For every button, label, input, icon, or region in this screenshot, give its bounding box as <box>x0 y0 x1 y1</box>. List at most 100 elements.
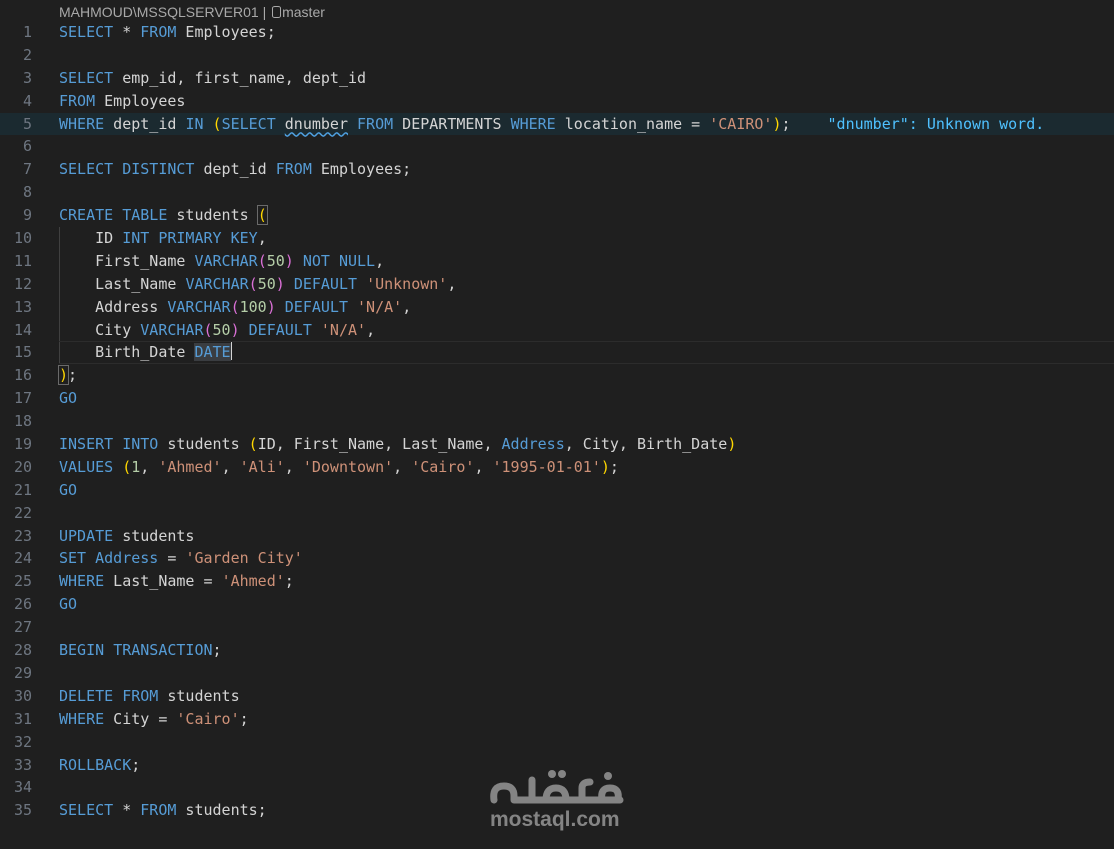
line-code[interactable]: ROLLBACK; <box>59 754 140 777</box>
line-code[interactable]: VALUES (1, 'Ahmed', 'Ali', 'Downtown', '… <box>59 456 619 479</box>
sql-keyword: ROLLBACK <box>59 755 132 774</box>
line-code[interactable]: SELECT emp_id, first_name, dept_id <box>59 67 366 90</box>
sql-punctuation: , <box>366 320 376 339</box>
code-line[interactable]: 31 WHERE City = 'Cairo'; <box>0 708 1114 731</box>
line-number: 1 <box>22 23 32 41</box>
line-number: 15 <box>13 343 32 362</box>
code-line[interactable]: 19 INSERT INTO students (ID, First_Name, … <box>0 433 1114 456</box>
line-code[interactable]: DELETE FROM students <box>59 685 240 708</box>
code-line[interactable]: 9 CREATE TABLE students ( <box>0 204 1114 227</box>
code-line[interactable]: 21 GO <box>0 479 1114 502</box>
code-line[interactable]: 23 UPDATE students <box>0 525 1114 548</box>
code-line[interactable]: 7 SELECT DISTINCT dept_id FROM Employees; <box>0 158 1114 181</box>
code-lines[interactable]: 1 SELECT * FROM Employees; 2 3 SELECT emp_id… <box>0 21 1114 822</box>
sql-punctuation <box>294 252 303 270</box>
code-line[interactable]: 3 SELECT emp_id, first_name, dept_id <box>0 67 1114 90</box>
sql-keyword: DISTINCT <box>122 160 195 179</box>
line-code[interactable]: GO <box>59 479 77 502</box>
line-code[interactable]: Address VARCHAR(100) DEFAULT 'N/A', <box>59 296 411 319</box>
code-line[interactable]: 13 Address VARCHAR(100) DEFAULT 'N/A', <box>0 295 1114 319</box>
line-number: 29 <box>13 663 32 682</box>
code-line[interactable]: 27 <box>0 616 1114 639</box>
sql-punctuation <box>276 298 285 316</box>
sql-punctuation: ; <box>68 366 78 385</box>
line-code[interactable]: WHERE dept_id IN (SELECT dnumber FROM DE… <box>59 113 1044 136</box>
code-line[interactable]: 22 <box>0 502 1114 525</box>
code-line[interactable]: 12 Last_Name VARCHAR(50) DEFAULT 'Unknow… <box>0 272 1114 296</box>
code-line[interactable]: 10 ID INT PRIMARY KEY, <box>0 227 1114 250</box>
code-editor[interactable]: MAHMOUD\MSSQLSERVER01 | master 1 SELECT *… <box>0 0 1114 849</box>
sql-keyword: SELECT <box>59 23 114 41</box>
line-code[interactable]: WHERE City = 'Cairo'; <box>59 708 249 731</box>
sql-punctuation <box>222 229 231 247</box>
code-line[interactable]: 15 Birth_Date DATE <box>0 341 1114 365</box>
sql-punctuation <box>59 298 95 316</box>
line-code[interactable]: GO <box>59 593 77 616</box>
line-code[interactable]: First_Name VARCHAR(50) NOT NULL, <box>59 250 384 273</box>
code-line[interactable]: 29 <box>0 662 1114 685</box>
line-number: 28 <box>13 641 32 660</box>
bracket: ) <box>727 435 737 454</box>
sql-string: 'Unknown' <box>366 274 448 293</box>
line-code[interactable]: ); <box>57 364 78 387</box>
code-line[interactable]: 25 WHERE Last_Name = 'Ahmed'; <box>0 570 1114 593</box>
text-cursor <box>230 342 232 361</box>
sql-keyword: TRANSACTION <box>113 641 213 660</box>
code-line[interactable]: 26 GO <box>0 593 1114 616</box>
line-code[interactable]: CREATE TABLE students ( <box>59 204 268 227</box>
line-code[interactable]: SELECT * FROM Employees; <box>59 21 276 44</box>
bracket: ( <box>230 297 240 316</box>
line-number: 30 <box>13 686 32 705</box>
database-icon <box>272 6 282 18</box>
line-code[interactable]: City VARCHAR(50) DEFAULT 'N/A', <box>59 319 375 342</box>
sql-identifier: dept_id <box>194 160 276 179</box>
line-code[interactable]: INSERT INTO students (ID, First_Name, La… <box>59 433 736 456</box>
mostaql-watermark: mostaql.com <box>486 760 628 838</box>
code-line[interactable]: 11 First_Name VARCHAR(50) NOT NULL, <box>0 249 1114 273</box>
code-line[interactable]: 30 DELETE FROM students <box>0 685 1114 708</box>
sql-punctuation <box>240 321 249 339</box>
line-code[interactable]: Birth_Date DATE <box>59 341 232 364</box>
server-name: MAHMOUD\MSSQLSERVER01 <box>59 4 259 20</box>
code-line[interactable]: 32 <box>0 731 1114 754</box>
sql-punctuation: , <box>474 457 493 476</box>
sql-punctuation: ; <box>781 114 791 133</box>
sql-keyword: SELECT <box>59 160 114 179</box>
line-code[interactable]: Last_Name VARCHAR(50) DEFAULT 'Unknown', <box>59 273 456 296</box>
sql-number: 50 <box>266 251 285 270</box>
code-line[interactable]: 2 <box>0 44 1114 67</box>
line-code[interactable]: FROM Employees <box>59 90 185 113</box>
sql-identifier: Employees <box>95 91 186 110</box>
bracket: ( <box>212 114 222 133</box>
code-line[interactable]: 16); <box>0 364 1114 387</box>
code-line[interactable]: 6 <box>0 135 1114 158</box>
code-line[interactable]: 8 <box>0 181 1114 204</box>
code-line[interactable]: 18 <box>0 410 1114 433</box>
sql-punctuation: , <box>257 229 267 248</box>
unknown-word-warning: dnumber <box>284 114 348 133</box>
sql-identifier: location_name = <box>555 114 710 133</box>
code-line[interactable]: 17 GO <box>0 387 1114 410</box>
line-code[interactable]: UPDATE students <box>59 525 194 548</box>
line-code[interactable]: ID INT PRIMARY KEY, <box>59 227 267 250</box>
code-line[interactable]: 5 WHERE dept_id IN (SELECT dnumber FROM D… <box>0 112 1114 136</box>
sql-keyword: CREATE <box>59 206 114 225</box>
line-number: 32 <box>13 732 32 751</box>
code-line[interactable]: 14 City VARCHAR(50) DEFAULT 'N/A', <box>0 318 1114 342</box>
line-code[interactable]: SELECT * FROM students; <box>59 799 267 822</box>
line-code[interactable]: GO <box>59 387 77 410</box>
code-line[interactable]: 1 SELECT * FROM Employees; <box>0 21 1114 44</box>
line-code[interactable]: BEGIN TRANSACTION; <box>59 639 222 662</box>
sql-keyword: DELETE <box>59 686 114 705</box>
code-line[interactable]: 20 VALUES (1, 'Ahmed', 'Ali', 'Downtown',… <box>0 456 1114 479</box>
line-number: 19 <box>13 435 32 454</box>
code-line[interactable]: 28 BEGIN TRANSACTION; <box>0 639 1114 662</box>
sql-keyword: SET <box>59 549 87 568</box>
line-code[interactable]: SET Address = 'Garden City' <box>59 547 303 570</box>
line-code[interactable]: WHERE Last_Name = 'Ahmed'; <box>59 570 294 593</box>
line-code[interactable]: SELECT DISTINCT dept_id FROM Employees; <box>59 158 411 181</box>
code-line[interactable]: 4 FROM Employees <box>0 90 1114 113</box>
sql-keyword: VARCHAR <box>194 251 258 270</box>
line-number: 9 <box>22 206 32 225</box>
code-line[interactable]: 24 SET Address = 'Garden City' <box>0 547 1114 570</box>
